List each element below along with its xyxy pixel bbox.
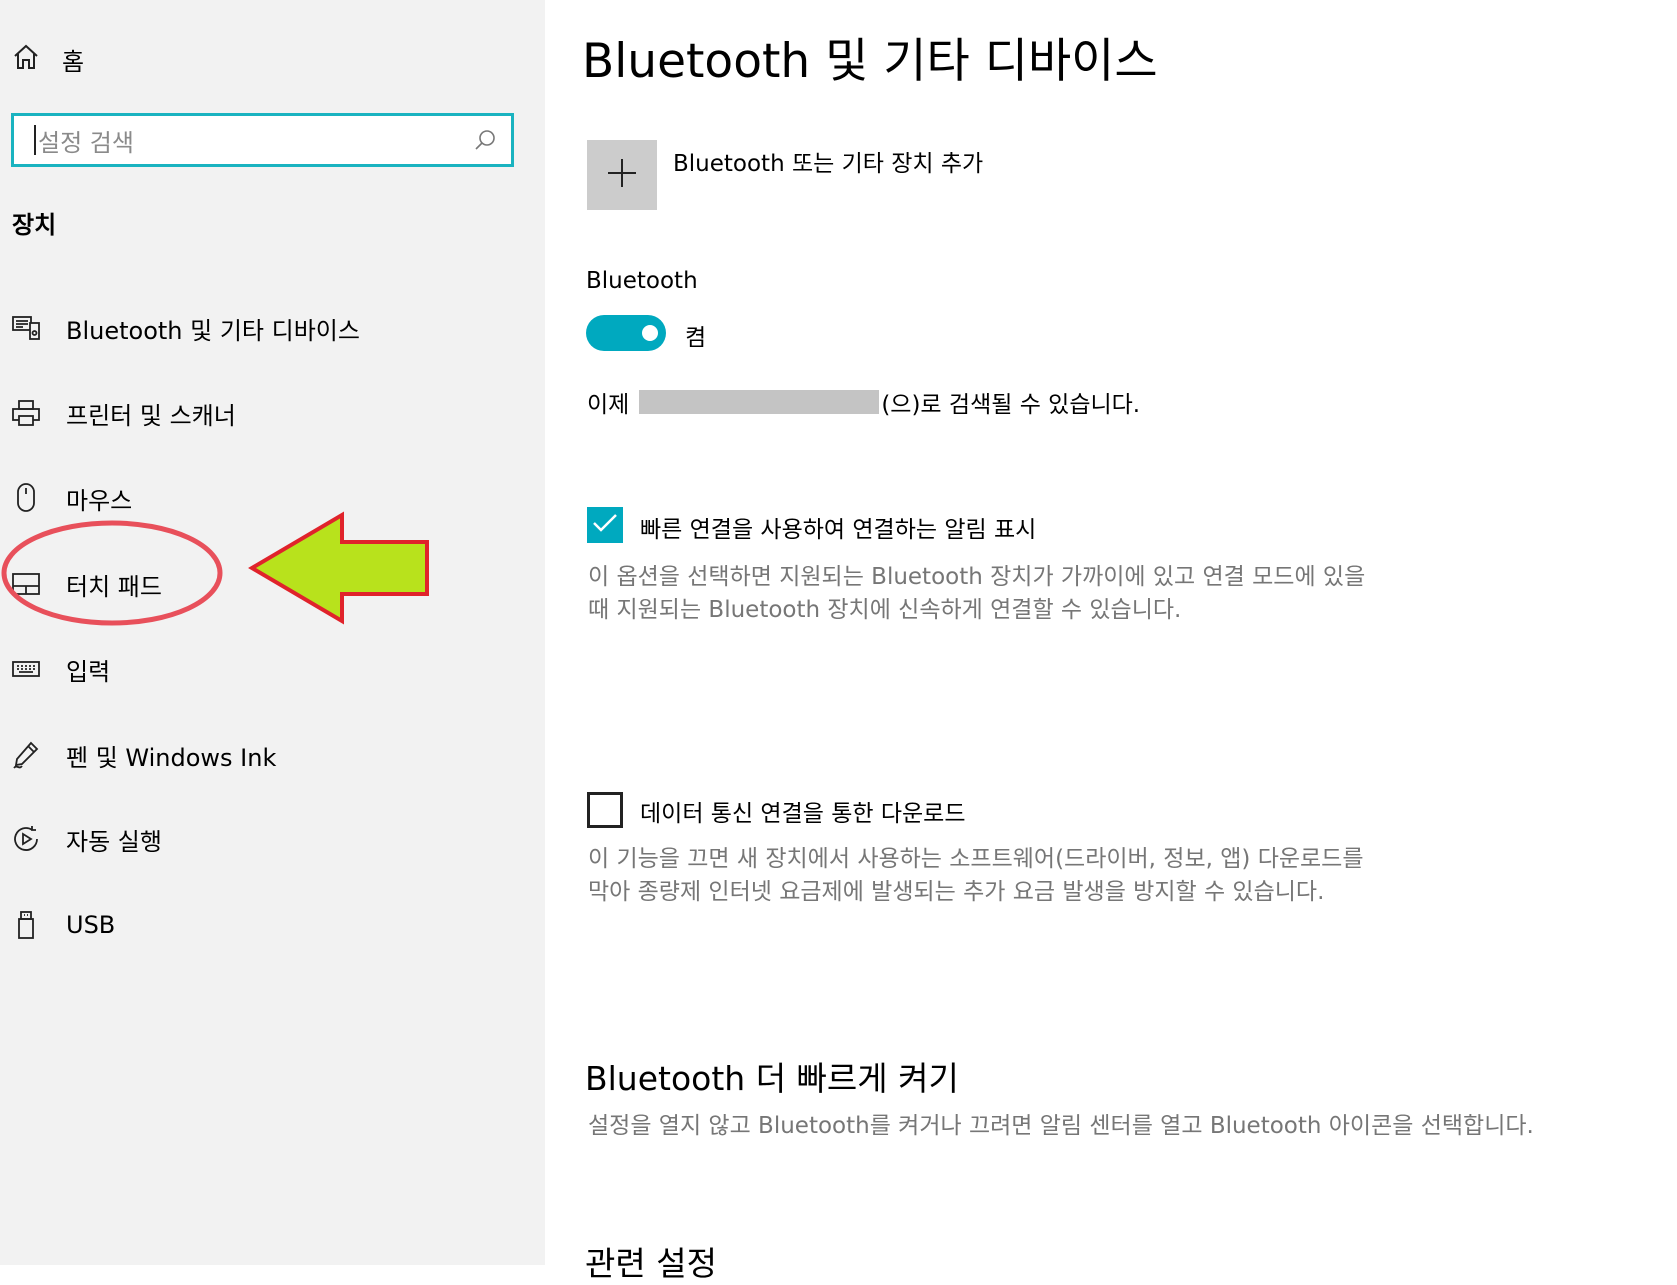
annotation-highlight bbox=[0, 510, 540, 654]
main-panel: Bluetooth 및 기타 디바이스 Bluetooth 또는 기타 장치 추… bbox=[545, 0, 1677, 1283]
sidebar-item-label: 프린터 및 스캐너 bbox=[66, 401, 236, 430]
swift-pair-label[interactable]: 빠른 연결을 사용하여 연결하는 알림 표시 bbox=[640, 510, 1036, 544]
keyboard-icon bbox=[10, 653, 42, 685]
plus-icon bbox=[606, 157, 638, 193]
pen-icon bbox=[10, 739, 42, 771]
related-settings-heading: 관련 설정 bbox=[585, 1244, 717, 1283]
page-title: Bluetooth 및 기타 디바이스 bbox=[582, 34, 1158, 89]
metered-download-label[interactable]: 데이터 통신 연결을 통한 다운로드 bbox=[640, 794, 965, 828]
bluetooth-state: 켬 bbox=[685, 325, 707, 351]
sidebar-item-bluetooth[interactable]: Bluetooth 및 기타 디바이스 bbox=[10, 308, 360, 348]
sidebar-item-autoplay[interactable]: 자동 실행 bbox=[10, 819, 162, 859]
swift-pair-checkbox[interactable] bbox=[587, 507, 623, 543]
checkmark-icon bbox=[591, 511, 619, 539]
settings-search[interactable]: 설정 검색 bbox=[11, 113, 514, 167]
sidebar-item-label: 펜 및 Windows Ink bbox=[66, 743, 277, 772]
redacted-device-name bbox=[639, 390, 880, 414]
sidebar-item-label: 자동 실행 bbox=[66, 827, 162, 856]
add-device-button[interactable] bbox=[587, 140, 657, 210]
discoverable-prefix: 이제 bbox=[587, 392, 630, 418]
sidebar-item-label: 입력 bbox=[66, 657, 111, 686]
text-caret bbox=[34, 125, 36, 155]
sidebar: 홈 설정 검색 장치 Bluetooth 및 기타 디바이스 프린터 및 스캐너 bbox=[0, 0, 545, 1265]
home-link[interactable]: 홈 bbox=[12, 42, 84, 76]
sidebar-item-typing[interactable]: 입력 bbox=[10, 649, 110, 689]
metered-download-checkbox[interactable] bbox=[587, 792, 623, 828]
home-label: 홈 bbox=[62, 47, 85, 76]
swift-pair-description: 이 옵션을 선택하면 지원되는 Bluetooth 장치가 가까이에 있고 연결… bbox=[588, 564, 1366, 623]
pointer-arrow bbox=[248, 511, 429, 625]
faster-bluetooth-heading: Bluetooth 더 빠르게 켜기 bbox=[585, 1059, 959, 1098]
autoplay-icon bbox=[10, 823, 42, 855]
sidebar-item-label: USB bbox=[66, 911, 116, 939]
search-input[interactable]: 설정 검색 bbox=[38, 123, 473, 158]
search-icon[interactable] bbox=[473, 128, 497, 152]
home-icon bbox=[12, 43, 40, 75]
sidebar-item-label: Bluetooth 및 기타 디바이스 bbox=[66, 316, 360, 345]
discoverable-suffix: (으)로 검색될 수 있습니다. bbox=[881, 392, 1141, 418]
section-title: 장치 bbox=[12, 211, 57, 239]
discoverable-text: 이제 (으)로 검색될 수 있습니다. bbox=[587, 385, 1140, 419]
highlight-ellipse bbox=[1, 520, 223, 626]
sidebar-item-pen[interactable]: 펜 및 Windows Ink bbox=[10, 735, 276, 775]
bluetooth-label: Bluetooth bbox=[586, 268, 698, 294]
devices-icon bbox=[10, 312, 42, 344]
metered-download-description: 이 기능을 끄면 새 장치에서 사용하는 소프트웨어(드라이버, 정보, 앱) … bbox=[588, 846, 1364, 905]
bluetooth-toggle[interactable] bbox=[586, 315, 666, 351]
add-device-label[interactable]: Bluetooth 또는 기타 장치 추가 bbox=[673, 144, 983, 178]
sidebar-item-printers[interactable]: 프린터 및 스캐너 bbox=[10, 393, 236, 433]
sidebar-item-usb[interactable]: USB bbox=[10, 905, 115, 945]
printer-icon bbox=[10, 397, 42, 429]
toggle-knob bbox=[642, 325, 658, 341]
usb-icon bbox=[10, 909, 42, 941]
faster-bluetooth-description: 설정을 열지 않고 Bluetooth를 켜거나 끄려면 알림 센터를 열고 B… bbox=[588, 1113, 1534, 1139]
